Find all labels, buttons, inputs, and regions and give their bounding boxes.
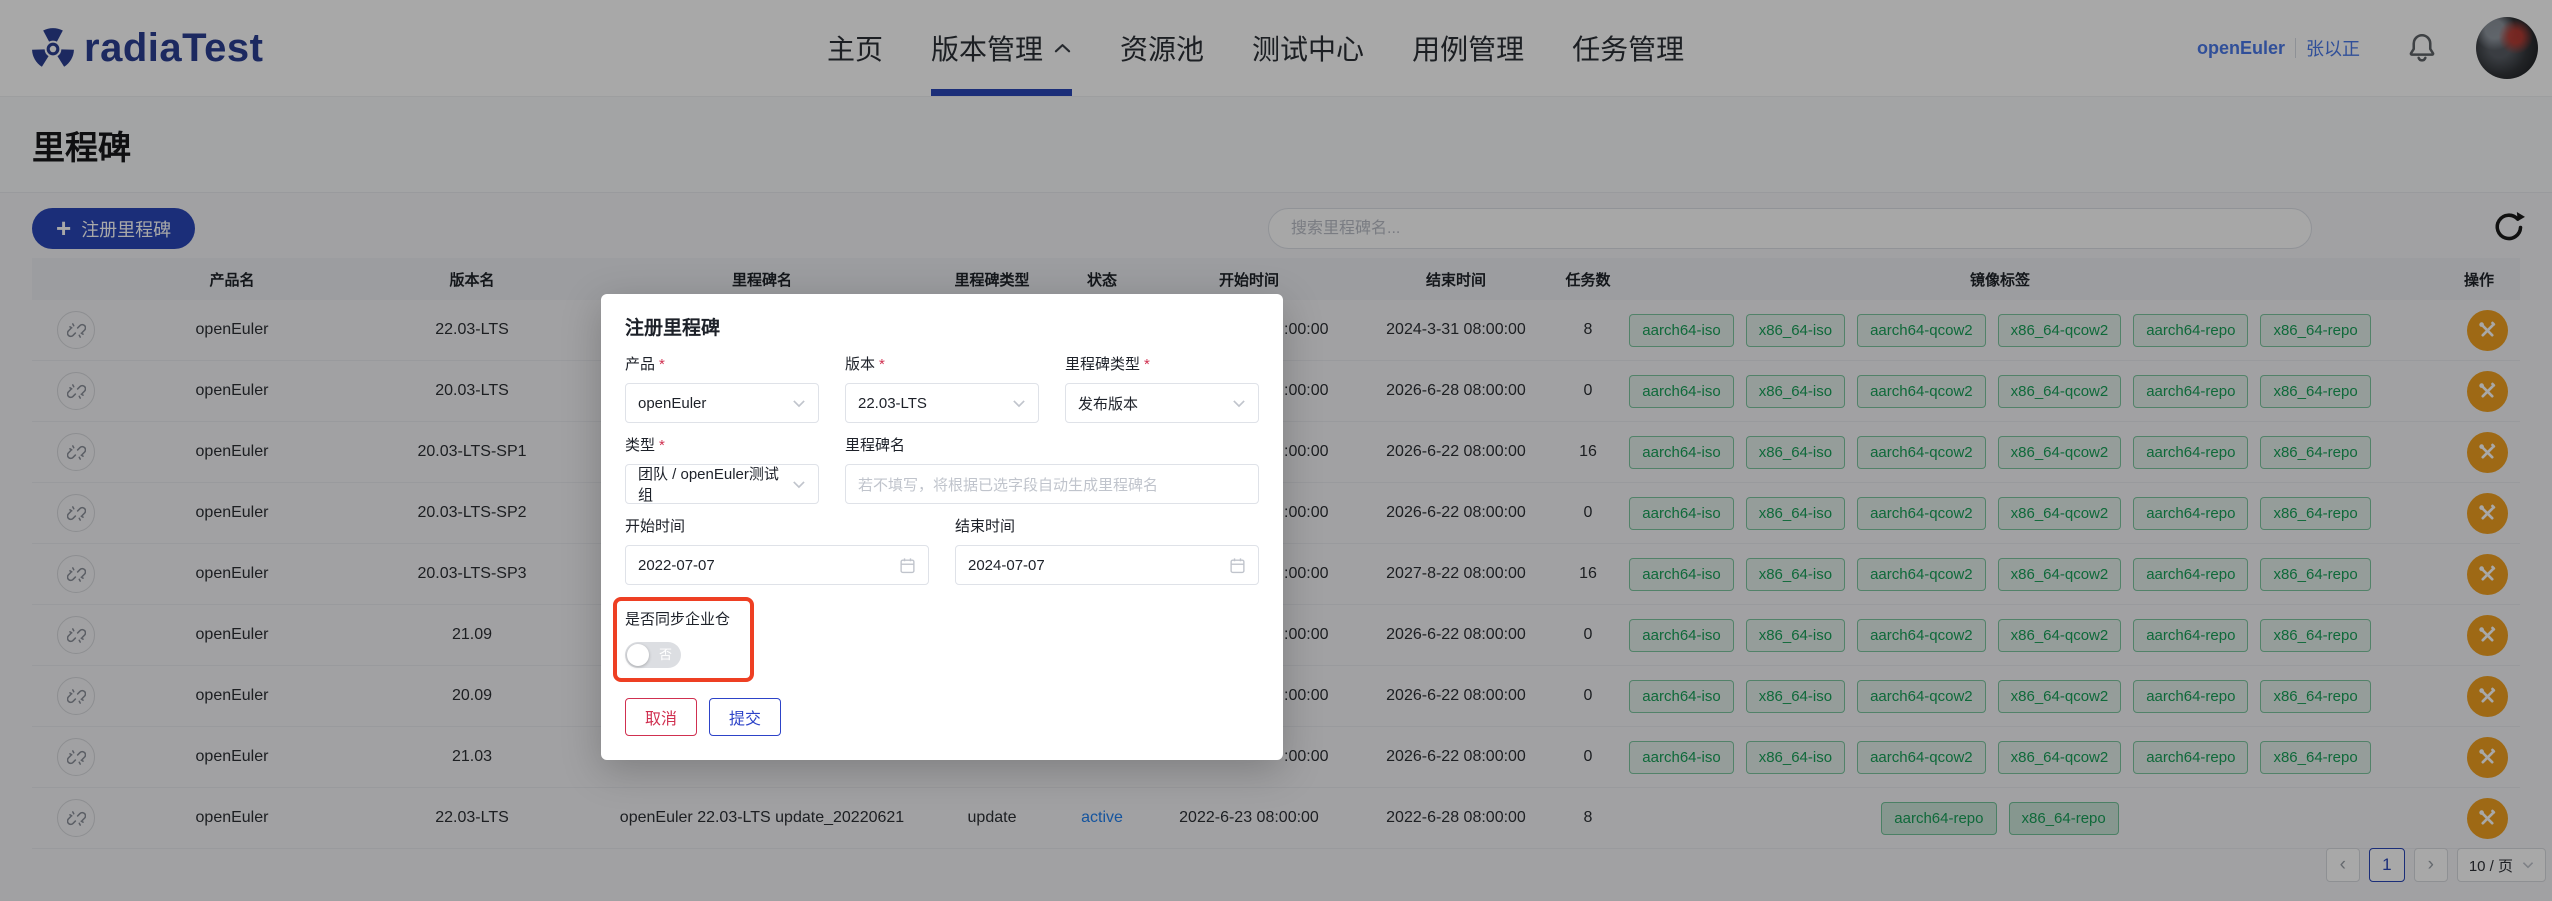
sync-enterprise-repo-group: 是否同步企业仓 否 [613, 597, 754, 682]
version-select[interactable]: 22.03-LTS [845, 383, 1039, 423]
start-time-field: 开始时间 2022-07-07 [625, 516, 929, 585]
chevron-down-icon [792, 399, 806, 408]
milestone-type-select[interactable]: 发布版本 [1065, 383, 1259, 423]
toggle-knob [627, 644, 649, 666]
milestone-name-field: 里程碑名 若不填写，将根据已选字段自动生成里程碑名 [845, 435, 1259, 504]
chevron-down-icon [1232, 399, 1246, 408]
chevron-down-icon [792, 480, 806, 489]
product-label: 产品* [625, 354, 819, 375]
toggle-state-text: 否 [659, 642, 672, 668]
type-label: 类型* [625, 435, 819, 456]
start-date-input[interactable]: 2022-07-07 [625, 545, 929, 585]
sync-label: 是否同步企业仓 [625, 609, 754, 630]
cancel-button[interactable]: 取消 [625, 698, 697, 736]
type-select[interactable]: 团队 / openEuler测试组 [625, 464, 819, 504]
version-field: 版本* 22.03-LTS [845, 354, 1039, 423]
start-time-label: 开始时间 [625, 516, 929, 537]
type-field: 类型* 团队 / openEuler测试组 [625, 435, 819, 504]
milestone-type-field: 里程碑类型* 发布版本 [1065, 354, 1259, 423]
calendar-icon [1229, 557, 1246, 574]
end-time-field: 结束时间 2024-07-07 [955, 516, 1259, 585]
chevron-down-icon [1012, 399, 1026, 408]
submit-button[interactable]: 提交 [709, 698, 781, 736]
modal-title: 注册里程碑 [625, 316, 1259, 342]
product-field: 产品* openEuler [625, 354, 819, 423]
milestone-name-label: 里程碑名 [845, 435, 1259, 456]
end-date-input[interactable]: 2024-07-07 [955, 545, 1259, 585]
sync-toggle[interactable]: 否 [625, 642, 681, 668]
register-milestone-modal: 注册里程碑 产品* openEuler 版本* 22.03-LTS 里程碑类型*… [601, 294, 1283, 760]
product-select[interactable]: openEuler [625, 383, 819, 423]
calendar-icon [899, 557, 916, 574]
milestone-name-input[interactable]: 若不填写，将根据已选字段自动生成里程碑名 [845, 464, 1259, 504]
version-label: 版本* [845, 354, 1039, 375]
end-time-label: 结束时间 [955, 516, 1259, 537]
milestone-type-label: 里程碑类型* [1065, 354, 1259, 375]
